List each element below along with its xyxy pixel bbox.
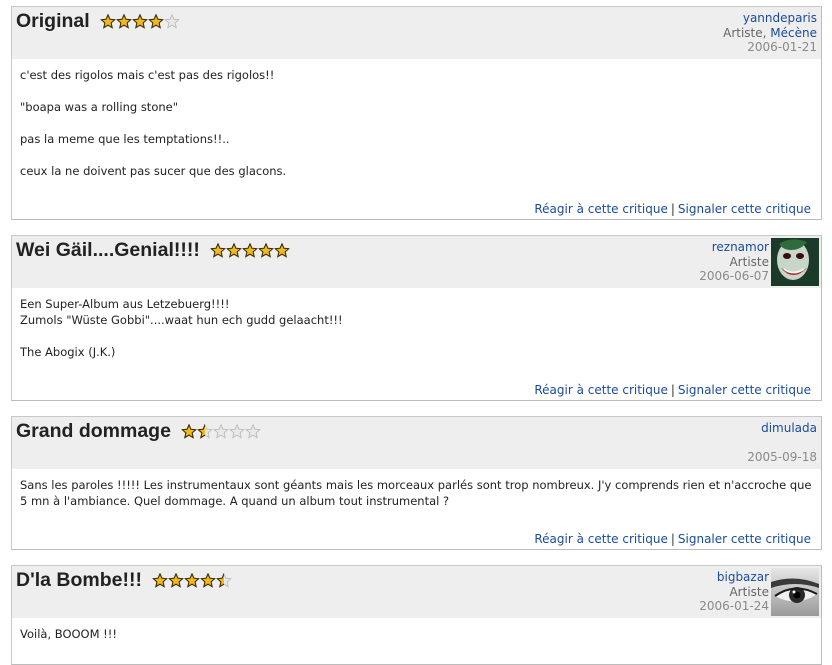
review-header: D'la Bombe!!! bigbazar Artiste 2006-01-2… (12, 566, 821, 618)
star-full-icon (257, 243, 274, 258)
review-body: Sans les paroles !!!!! Les instrumentaux… (12, 469, 821, 509)
review-body-line: pas la meme que les temptations!!.. (20, 132, 230, 146)
star-full-icon (273, 243, 290, 258)
review-body-line: Een Super-Album aus Letzebuerg!!!! (20, 297, 230, 311)
review-card: Wei Gäil....Genial!!!! reznamor Artiste … (11, 235, 822, 401)
star-empty-icon (213, 424, 229, 439)
review-body-line: Voilà, BOOOM !!! (20, 627, 118, 641)
review-body-line: Zumols "Wüste Gobbi"....waat hun ech gud… (20, 313, 343, 327)
review-meta: yanndeparis Artiste, Mécène 2006-01-21 (723, 11, 817, 54)
star-full-icon (115, 14, 132, 29)
review-body-line: Sans les paroles !!!!! Les instrumentaux… (20, 478, 812, 508)
star-full-icon (99, 14, 116, 29)
review-card: Original yanndeparis Artiste, Mécène 200… (11, 6, 822, 220)
review-actions: Réagir à cette critique | Signaler cette c… (534, 202, 811, 216)
star-full-icon (184, 573, 200, 588)
review-title: Original (16, 10, 180, 33)
review-header: Original yanndeparis Artiste, Mécène 200… (12, 7, 821, 59)
star-full-icon (200, 573, 216, 588)
review-body-line: c'est des rigolos mais c'est pas des rig… (20, 68, 275, 82)
user-link[interactable]: reznamor (712, 240, 769, 254)
report-link[interactable]: Signaler cette critique (678, 383, 811, 397)
user-role: Artiste (729, 254, 769, 269)
star-full-icon (209, 243, 226, 258)
review-actions: Réagir à cette critique | Signaler cette c… (534, 532, 811, 546)
rating-stars (152, 573, 232, 588)
review-body-line (20, 147, 813, 163)
star-full-icon (131, 14, 148, 29)
react-link[interactable]: Réagir à cette critique (534, 532, 668, 546)
review-header: Wei Gäil....Genial!!!! reznamor Artiste … (12, 236, 821, 288)
review-body-line (20, 115, 813, 131)
rating-stars (181, 424, 261, 439)
react-link[interactable]: Réagir à cette critique (534, 383, 668, 397)
review-title: Grand dommage (16, 420, 261, 443)
review-meta: bigbazar Artiste 2006-01-24 (699, 570, 769, 614)
review-body-line (20, 328, 813, 344)
review-meta: dimulada 2005-09-18 (747, 421, 817, 465)
star-full-icon (225, 243, 242, 258)
report-link[interactable]: Signaler cette critique (678, 532, 811, 546)
review-header: Grand dommage dimulada 2005-09-18 (12, 417, 821, 469)
user-link[interactable]: yanndeparis (743, 11, 817, 25)
react-link[interactable]: Réagir à cette critique (534, 202, 668, 216)
star-empty-icon (229, 424, 245, 439)
review-meta: reznamor Artiste 2006-06-07 (699, 240, 769, 284)
review-title: Wei Gäil....Genial!!!! (16, 239, 290, 262)
review-date: 2006-01-24 (699, 599, 769, 613)
review-body-line: ceux la ne doivent pas sucer que des gla… (20, 164, 287, 178)
review-body-line: "boapa was a rolling stone" (20, 100, 179, 114)
review-body: Voilà, BOOOM !!! (12, 618, 821, 642)
review-actions: Réagir à cette critique | Signaler cette c… (534, 383, 811, 397)
star-full-icon (152, 573, 168, 588)
star-empty-icon (245, 424, 261, 439)
star-full-icon (181, 424, 197, 439)
review-body: c'est des rigolos mais c'est pas des rig… (12, 59, 821, 179)
star-half-icon (197, 424, 213, 439)
review-card: D'la Bombe!!! bigbazar Artiste 2006-01-2… (11, 565, 822, 665)
user-role: Artiste (729, 584, 769, 599)
star-empty-icon (163, 14, 180, 29)
review-body-line (20, 83, 813, 99)
review-date: 2005-09-18 (747, 450, 817, 464)
review-card: Grand dommage dimulada 2005-09-18 Sans l… (11, 416, 822, 550)
user-role-link[interactable]: Mécène (770, 26, 817, 40)
rating-stars (99, 14, 180, 29)
review-body: Een Super-Album aus Letzebuerg!!!! Zumols… (12, 288, 821, 360)
eye-closeup-avatar[interactable] (771, 568, 819, 616)
joker-face-avatar[interactable] (771, 238, 819, 286)
rating-stars (209, 243, 290, 258)
review-date: 2006-06-07 (699, 269, 769, 283)
review-date: 2006-01-21 (747, 40, 817, 54)
report-link[interactable]: Signaler cette critique (678, 202, 811, 216)
star-full-icon (147, 14, 164, 29)
star-half-icon (216, 573, 232, 588)
user-link[interactable]: bigbazar (717, 570, 769, 584)
review-title: D'la Bombe!!! (16, 569, 232, 592)
user-role: Artiste (723, 25, 763, 40)
user-link[interactable]: dimulada (761, 421, 817, 435)
review-body-line: The Abogix (J.K.) (20, 345, 116, 359)
star-full-icon (168, 573, 184, 588)
star-full-icon (241, 243, 258, 258)
